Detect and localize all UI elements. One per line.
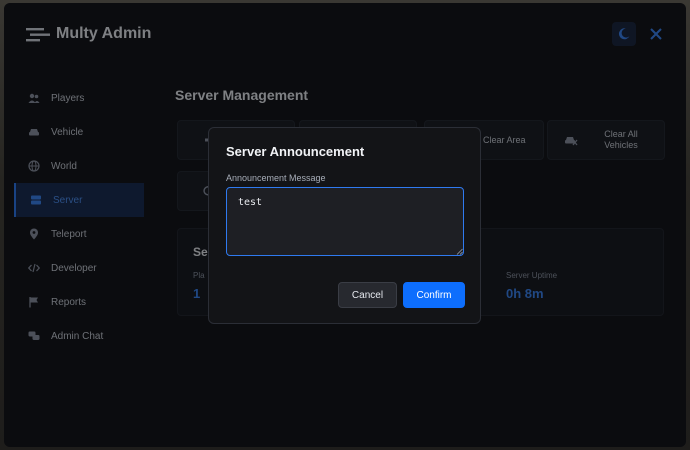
- announcement-dialog: Server Announcement Announcement Message…: [208, 127, 481, 324]
- dialog-title: Server Announcement: [226, 144, 365, 159]
- message-label: Announcement Message: [226, 173, 326, 183]
- announcement-message-input[interactable]: test: [226, 187, 464, 256]
- confirm-button[interactable]: Confirm: [403, 282, 465, 308]
- resize-handle-icon[interactable]: [456, 248, 463, 255]
- cancel-button[interactable]: Cancel: [338, 282, 397, 308]
